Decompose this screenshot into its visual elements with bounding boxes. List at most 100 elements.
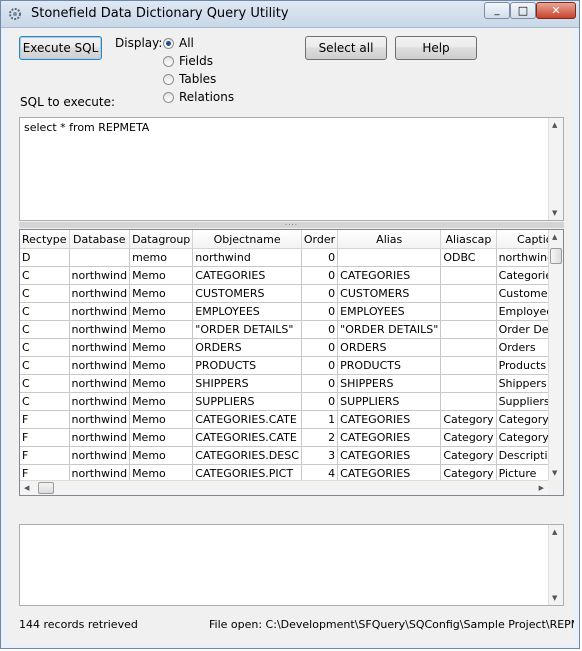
table-cell[interactable]: 1: [301, 410, 339, 429]
grid-horizontal-scrollbar[interactable]: ◀ ▶: [20, 480, 548, 495]
column-header[interactable]: Alias: [337, 230, 442, 249]
table-cell[interactable]: Category: [440, 446, 497, 465]
table-cell[interactable]: ORDERS: [192, 338, 302, 357]
table-cell[interactable]: [337, 248, 442, 267]
table-cell[interactable]: CATEGORIES: [337, 410, 442, 429]
table-cell[interactable]: EMPLOYEES: [337, 302, 442, 321]
minimize-button[interactable]: _: [484, 2, 510, 19]
table-cell[interactable]: PRODUCTS: [192, 356, 302, 375]
table-cell[interactable]: D: [20, 248, 70, 267]
table-cell[interactable]: 3: [301, 446, 339, 465]
radio-all[interactable]: All: [163, 36, 194, 50]
table-cell[interactable]: C: [20, 392, 70, 411]
table-cell[interactable]: [440, 266, 497, 285]
chevron-down-icon[interactable]: ▼: [552, 594, 557, 602]
table-cell[interactable]: [440, 284, 497, 303]
table-row[interactable]: Cnorthwind Memo CATEGORIES 0 CATEGORIES Categ…: [20, 266, 563, 285]
table-cell[interactable]: ORDERS: [337, 338, 442, 357]
table-cell[interactable]: Memo: [129, 428, 194, 447]
table-cell[interactable]: 0: [301, 374, 339, 393]
table-cell[interactable]: Memo: [129, 320, 194, 339]
table-row[interactable]: Cnorthwind Memo SHIPPERS 0 SHIPPERS Shippers: [20, 374, 563, 393]
table-cell[interactable]: northwind: [69, 356, 131, 375]
maximize-button[interactable]: □: [510, 2, 536, 19]
table-cell[interactable]: Memo: [129, 284, 194, 303]
column-header[interactable]: Objectname: [192, 230, 302, 249]
table-cell[interactable]: 0: [301, 284, 339, 303]
table-cell[interactable]: SHIPPERS: [192, 374, 302, 393]
table-cell[interactable]: C: [20, 356, 70, 375]
table-row[interactable]: Fnorthwind Memo CATEGORIES.CATE 1 CATEGORIES…: [20, 410, 563, 429]
table-cell[interactable]: CATEGORIES: [337, 266, 442, 285]
chevron-left-icon[interactable]: ◀: [24, 484, 29, 492]
column-header[interactable]: Order: [301, 230, 339, 249]
table-cell[interactable]: C: [20, 338, 70, 357]
column-header[interactable]: Rectype: [20, 230, 70, 249]
table-cell[interactable]: Category: [440, 428, 497, 447]
grid-vertical-scrollbar[interactable]: ▲ ▼: [548, 230, 563, 480]
chevron-up-icon[interactable]: ▲: [552, 233, 557, 241]
table-cell[interactable]: northwind: [69, 446, 131, 465]
splitter-handle[interactable]: ····: [19, 221, 564, 229]
table-cell[interactable]: EMPLOYEES: [192, 302, 302, 321]
table-cell[interactable]: CUSTOMERS: [337, 284, 442, 303]
table-cell[interactable]: 0: [301, 338, 339, 357]
table-cell[interactable]: northwind: [69, 392, 131, 411]
table-cell[interactable]: memo: [129, 248, 194, 267]
table-row[interactable]: Fnorthwind Memo CATEGORIES.CATE 2 CATEGORIES…: [20, 428, 563, 447]
table-cell[interactable]: Memo: [129, 392, 194, 411]
table-cell[interactable]: [440, 338, 497, 357]
chevron-down-icon[interactable]: ▼: [552, 469, 557, 477]
column-header[interactable]: Datagroup: [129, 230, 194, 249]
table-cell[interactable]: CATEGORIES: [337, 428, 442, 447]
table-cell[interactable]: [440, 374, 497, 393]
table-cell[interactable]: Memo: [129, 356, 194, 375]
table-row[interactable]: Cnorthwind Memo SUPPLIERS 0 SUPPLIERS Supplie…: [20, 392, 563, 411]
table-cell[interactable]: northwind: [69, 284, 131, 303]
output-box[interactable]: ▲ ▼: [19, 524, 564, 606]
table-cell[interactable]: [440, 302, 497, 321]
column-header[interactable]: Database: [69, 230, 131, 249]
help-button[interactable]: Help: [395, 36, 477, 60]
select-all-button[interactable]: Select all: [305, 36, 387, 60]
sql-editor[interactable]: select * from REPMETA ▲ ▼: [19, 117, 564, 221]
results-grid[interactable]: Rectype Database Datagroup Objectname Or…: [19, 229, 564, 496]
chevron-down-icon[interactable]: ▼: [552, 209, 557, 217]
output-vertical-scrollbar[interactable]: ▲ ▼: [548, 525, 563, 605]
table-cell[interactable]: [440, 356, 497, 375]
table-cell[interactable]: "ORDER DETAILS": [192, 320, 302, 339]
table-cell[interactable]: northwind: [69, 374, 131, 393]
radio-relations[interactable]: Relations: [163, 90, 234, 104]
radio-tables[interactable]: Tables: [163, 72, 216, 86]
table-cell[interactable]: CUSTOMERS: [192, 284, 302, 303]
table-cell[interactable]: F: [20, 428, 70, 447]
table-cell[interactable]: 0: [301, 248, 339, 267]
column-header[interactable]: Aliascap: [440, 230, 497, 249]
table-cell[interactable]: northwind: [69, 338, 131, 357]
table-cell[interactable]: Memo: [129, 266, 194, 285]
table-cell[interactable]: Memo: [129, 410, 194, 429]
table-cell[interactable]: SHIPPERS: [337, 374, 442, 393]
table-cell[interactable]: CATEGORIES: [192, 266, 302, 285]
table-cell[interactable]: 0: [301, 266, 339, 285]
table-cell[interactable]: F: [20, 446, 70, 465]
table-cell[interactable]: [440, 392, 497, 411]
table-cell[interactable]: ODBC: [440, 248, 497, 267]
table-row[interactable]: Cnorthwind Memo ORDERS 0 ORDERS Orders: [20, 338, 563, 357]
table-cell[interactable]: 0: [301, 302, 339, 321]
table-cell[interactable]: SUPPLIERS: [337, 392, 442, 411]
table-cell[interactable]: Memo: [129, 302, 194, 321]
table-cell[interactable]: CATEGORIES.CATE: [192, 410, 302, 429]
table-row[interactable]: Cnorthwind Memo PRODUCTS 0 PRODUCTS Products: [20, 356, 563, 375]
radio-fields[interactable]: Fields: [163, 54, 213, 68]
table-cell[interactable]: northwind: [69, 410, 131, 429]
table-cell[interactable]: CATEGORIES.CATE: [192, 428, 302, 447]
grid-vertical-thumb[interactable]: [550, 248, 562, 264]
table-cell[interactable]: northwind: [69, 302, 131, 321]
table-row[interactable]: Cnorthwind Memo EMPLOYEES 0 EMPLOYEES Employe…: [20, 302, 563, 321]
table-cell[interactable]: C: [20, 374, 70, 393]
title-bar[interactable]: Stonefield Data Dictionary Query Utility…: [1, 1, 579, 28]
grid-horizontal-thumb[interactable]: [38, 482, 54, 494]
table-cell[interactable]: 0: [301, 356, 339, 375]
table-row[interactable]: Cnorthwind Memo CUSTOMERS 0 CUSTOMERS Custome…: [20, 284, 563, 303]
